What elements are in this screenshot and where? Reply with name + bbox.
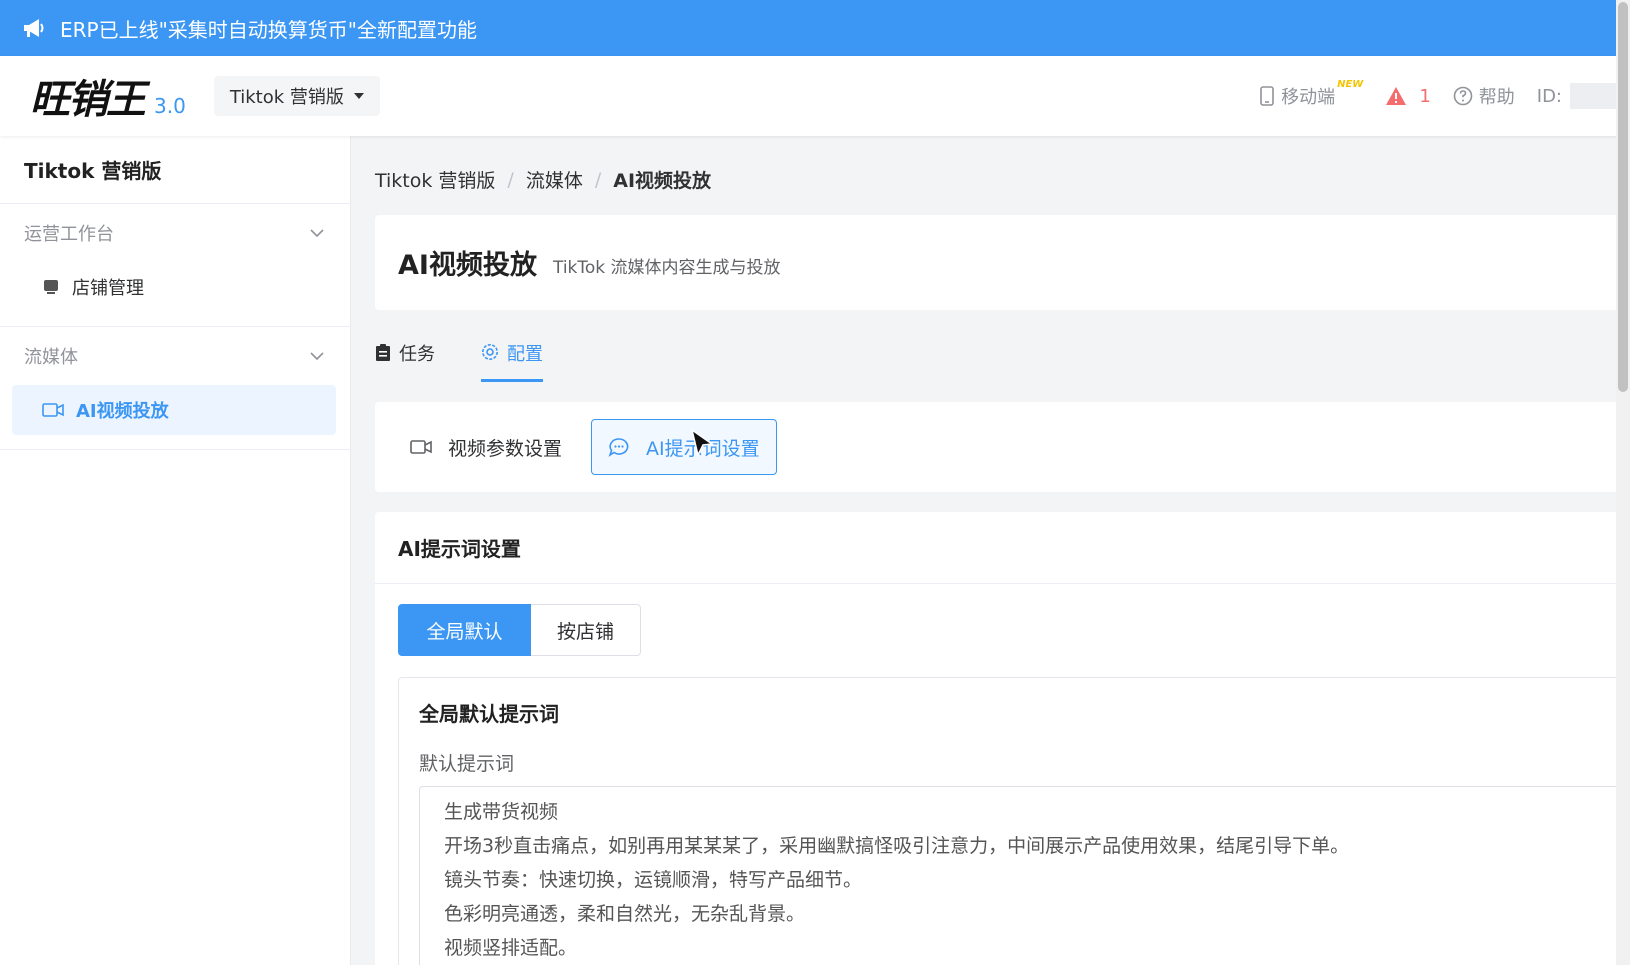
tab-label: 任务 bbox=[399, 344, 435, 365]
sub-tabs-card: 视频参数设置 AI提示词设置 bbox=[375, 402, 1630, 492]
sidebar-group-label: 运营工作台 bbox=[24, 224, 114, 245]
breadcrumb-item[interactable]: Tiktok 营销版 bbox=[375, 166, 495, 193]
warning-count: 1 bbox=[1419, 85, 1431, 107]
prompt-line: 开场3秒直击痛点，如别再用某某某了，采用幽默搞怪吸引注意力，中间展示产品使用效果… bbox=[444, 835, 1350, 857]
logo-version: 3.0 bbox=[154, 94, 186, 118]
settings-title: AI提示词设置 bbox=[375, 512, 1630, 584]
breadcrumb-separator: / bbox=[507, 168, 514, 191]
segment-global-default[interactable]: 全局默认 bbox=[398, 604, 531, 656]
breadcrumb-separator: / bbox=[594, 168, 602, 191]
segment-by-store[interactable]: 按店铺 bbox=[531, 604, 641, 656]
announcement-text: ERP已上线"采集时自动换算货币"全新配置功能 bbox=[60, 17, 477, 42]
sidebar-title: Tiktok 营销版 bbox=[0, 136, 350, 204]
store-icon bbox=[44, 280, 58, 294]
main-tabs: 任务 配置 bbox=[375, 336, 1630, 382]
gear-icon bbox=[482, 344, 498, 360]
chevron-down-icon bbox=[310, 352, 324, 361]
chevron-down-icon bbox=[310, 229, 324, 238]
video-camera-icon bbox=[42, 403, 64, 417]
logo-text: 旺销王 bbox=[30, 77, 146, 123]
scope-segmented-control: 全局默认 按店铺 bbox=[398, 604, 641, 656]
breadcrumb-item[interactable]: 流媒体 bbox=[526, 166, 583, 193]
breadcrumb-current: AI视频投放 bbox=[613, 170, 712, 192]
announcement-bar: ERP已上线"采集时自动换算货币"全新配置功能 bbox=[0, 0, 1630, 56]
help-label: 帮助 bbox=[1478, 87, 1515, 108]
sidebar: Tiktok 营销版 运营工作台 店铺管理 流媒体 AI视频投放 bbox=[0, 136, 351, 965]
clipboard-icon bbox=[376, 344, 390, 361]
sidebar-group-operations: 运营工作台 店铺管理 bbox=[0, 204, 350, 327]
warning-icon bbox=[1386, 87, 1407, 105]
mobile-label: 移动端 bbox=[1281, 87, 1336, 108]
sidebar-item-label: AI视频投放 bbox=[76, 401, 169, 422]
prompt-settings-card: AI提示词设置 全局默认 按店铺 全局默认提示词 默认提示词 生成带货视频 开场… bbox=[375, 512, 1630, 965]
version-select[interactable]: Tiktok 营销版 bbox=[213, 76, 380, 116]
id-label: ID: bbox=[1536, 85, 1562, 107]
top-header: 旺销王 3.0 Tiktok 营销版 移动端 NEW 1 帮助 ID: bbox=[0, 56, 1630, 136]
tab-label: 配置 bbox=[507, 344, 543, 365]
version-select-value: Tiktok 营销版 bbox=[229, 87, 344, 108]
mobile-phone-icon bbox=[1260, 86, 1274, 106]
warning-indicator[interactable]: 1 bbox=[1385, 85, 1431, 107]
main-content: Tiktok 营销版 / 流媒体 / AI视频投放 AI视频投放 TikTok … bbox=[351, 136, 1630, 965]
prompt-label: 默认提示词 bbox=[419, 753, 515, 775]
sidebar-item-ai-video[interactable]: AI视频投放 bbox=[12, 385, 336, 435]
sidebar-item-label: 店铺管理 bbox=[72, 278, 144, 299]
breadcrumb: Tiktok 营销版 / 流媒体 / AI视频投放 bbox=[375, 166, 711, 193]
new-badge: NEW bbox=[1337, 78, 1364, 90]
sub-tab-video-params[interactable]: 视频参数设置 bbox=[397, 419, 579, 475]
scrollbar-thumb[interactable] bbox=[1618, 2, 1628, 392]
sidebar-item-store-management[interactable]: 店铺管理 bbox=[12, 262, 336, 312]
page-header-card: AI视频投放 TikTok 流媒体内容生成与投放 bbox=[375, 215, 1630, 310]
prompt-line: 镜头节奏：快速切换，运镜顺滑，特写产品细节。 bbox=[444, 869, 863, 891]
mobile-link[interactable]: 移动端 NEW bbox=[1259, 79, 1363, 109]
prompt-line: 视频竖排适配。 bbox=[444, 937, 578, 959]
sidebar-group-label: 流媒体 bbox=[24, 347, 78, 368]
default-prompt-textarea[interactable]: 生成带货视频 开场3秒直击痛点，如别再用某某某了，采用幽默搞怪吸引注意力，中间展… bbox=[419, 786, 1630, 965]
prompt-section-title: 全局默认提示词 bbox=[419, 702, 559, 726]
megaphone-icon bbox=[24, 19, 44, 37]
tab-config[interactable]: 配置 bbox=[481, 336, 543, 382]
logo[interactable]: 旺销王 3.0 bbox=[30, 67, 186, 125]
help-link[interactable]: 帮助 bbox=[1453, 83, 1515, 109]
help-icon bbox=[1453, 86, 1473, 106]
chat-bubble-icon bbox=[608, 438, 629, 457]
caret-down-icon bbox=[353, 93, 364, 99]
sub-tab-label: 视频参数设置 bbox=[448, 437, 563, 460]
mouse-cursor-icon bbox=[690, 428, 715, 458]
page-title: AI视频投放 bbox=[398, 250, 537, 281]
sidebar-group-header[interactable]: 运营工作台 bbox=[0, 204, 350, 262]
header-actions: 移动端 NEW 1 帮助 ID: bbox=[1259, 56, 1630, 136]
video-camera-icon bbox=[410, 440, 432, 454]
sub-tab-ai-prompt[interactable]: AI提示词设置 bbox=[591, 419, 777, 475]
global-prompt-panel: 全局默认提示词 默认提示词 生成带货视频 开场3秒直击痛点，如别再用某某某了，采… bbox=[398, 677, 1630, 965]
prompt-line: 色彩明亮通透，柔和自然光，无杂乱背景。 bbox=[444, 903, 806, 925]
prompt-line: 生成带货视频 bbox=[444, 801, 559, 823]
sidebar-group-header[interactable]: 流媒体 bbox=[0, 327, 350, 385]
page-subtitle: TikTok 流媒体内容生成与投放 bbox=[552, 258, 781, 278]
tab-tasks[interactable]: 任务 bbox=[375, 336, 435, 382]
sidebar-group-streaming: 流媒体 AI视频投放 bbox=[0, 327, 350, 450]
